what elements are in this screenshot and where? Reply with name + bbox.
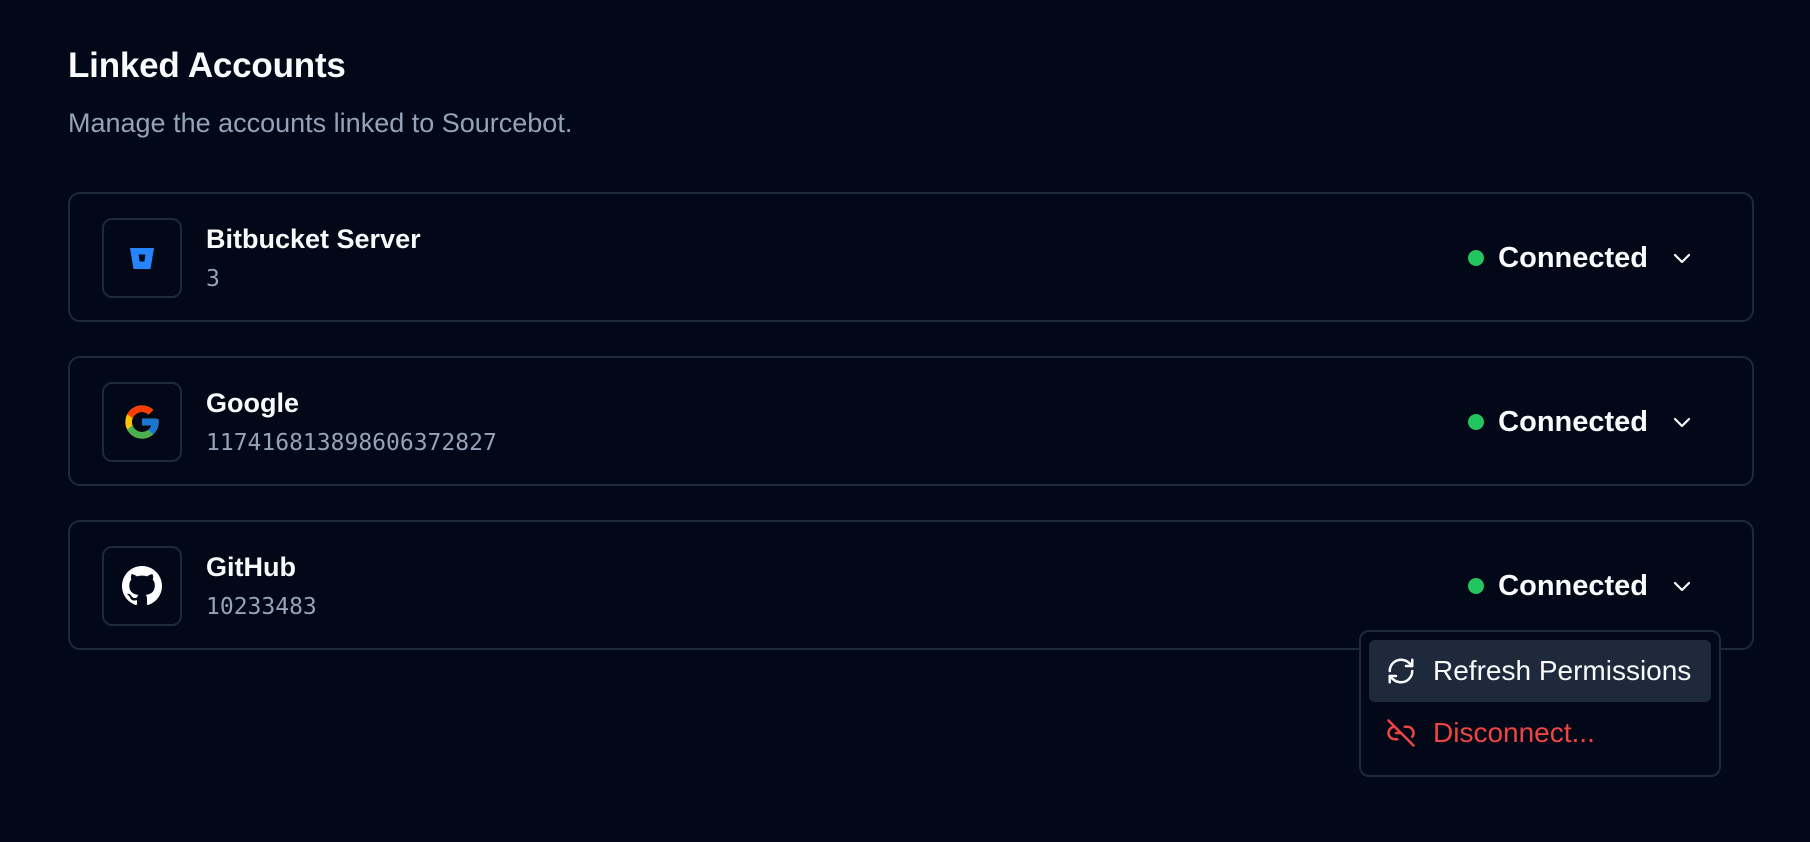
unlink-icon xyxy=(1385,717,1417,749)
account-logo xyxy=(102,218,182,298)
github-icon xyxy=(122,566,162,606)
account-name: Google xyxy=(206,388,299,418)
account-name: GitHub xyxy=(206,552,296,582)
status-label: Connected xyxy=(1498,405,1648,438)
account-id: 10233483 xyxy=(206,594,317,620)
linked-accounts-page: Linked Accounts Manage the accounts link… xyxy=(0,0,1810,842)
menu-item-label: Disconnect... xyxy=(1433,717,1595,748)
status-dot xyxy=(1468,578,1485,594)
account-id: 117416813898606372827 xyxy=(206,430,497,456)
account-actions-menu: Refresh Permissions Disconnect... xyxy=(1359,630,1721,777)
account-id: 3 xyxy=(206,266,220,292)
account-card-google: Google 117416813898606372827 Connected xyxy=(68,356,1754,486)
page-title: Linked Accounts xyxy=(68,46,346,85)
google-icon xyxy=(125,405,159,439)
status-label: Connected xyxy=(1498,241,1648,274)
refresh-permissions-menu-item[interactable]: Refresh Permissions xyxy=(1369,640,1711,702)
menu-item-label: Refresh Permissions xyxy=(1433,655,1692,686)
bitbucket-icon xyxy=(130,248,154,269)
status-dropdown-github[interactable]: Connected xyxy=(1468,566,1696,606)
status-label: Connected xyxy=(1498,569,1648,602)
status-dot xyxy=(1468,414,1485,430)
page-subtitle: Manage the accounts linked to Sourcebot. xyxy=(68,108,573,138)
account-logo xyxy=(102,382,182,462)
refresh-icon xyxy=(1385,655,1417,687)
chevron-down-icon xyxy=(1668,408,1696,436)
account-name: Bitbucket Server xyxy=(206,224,421,254)
chevron-down-icon xyxy=(1668,572,1696,600)
status-dot xyxy=(1468,250,1485,266)
account-logo xyxy=(102,546,182,626)
account-card-bitbucket: Bitbucket Server 3 Connected xyxy=(68,192,1754,322)
chevron-down-icon xyxy=(1668,244,1696,272)
status-dropdown-google[interactable]: Connected xyxy=(1468,402,1696,442)
disconnect-menu-item[interactable]: Disconnect... xyxy=(1369,702,1711,764)
status-dropdown-bitbucket[interactable]: Connected xyxy=(1468,238,1696,278)
